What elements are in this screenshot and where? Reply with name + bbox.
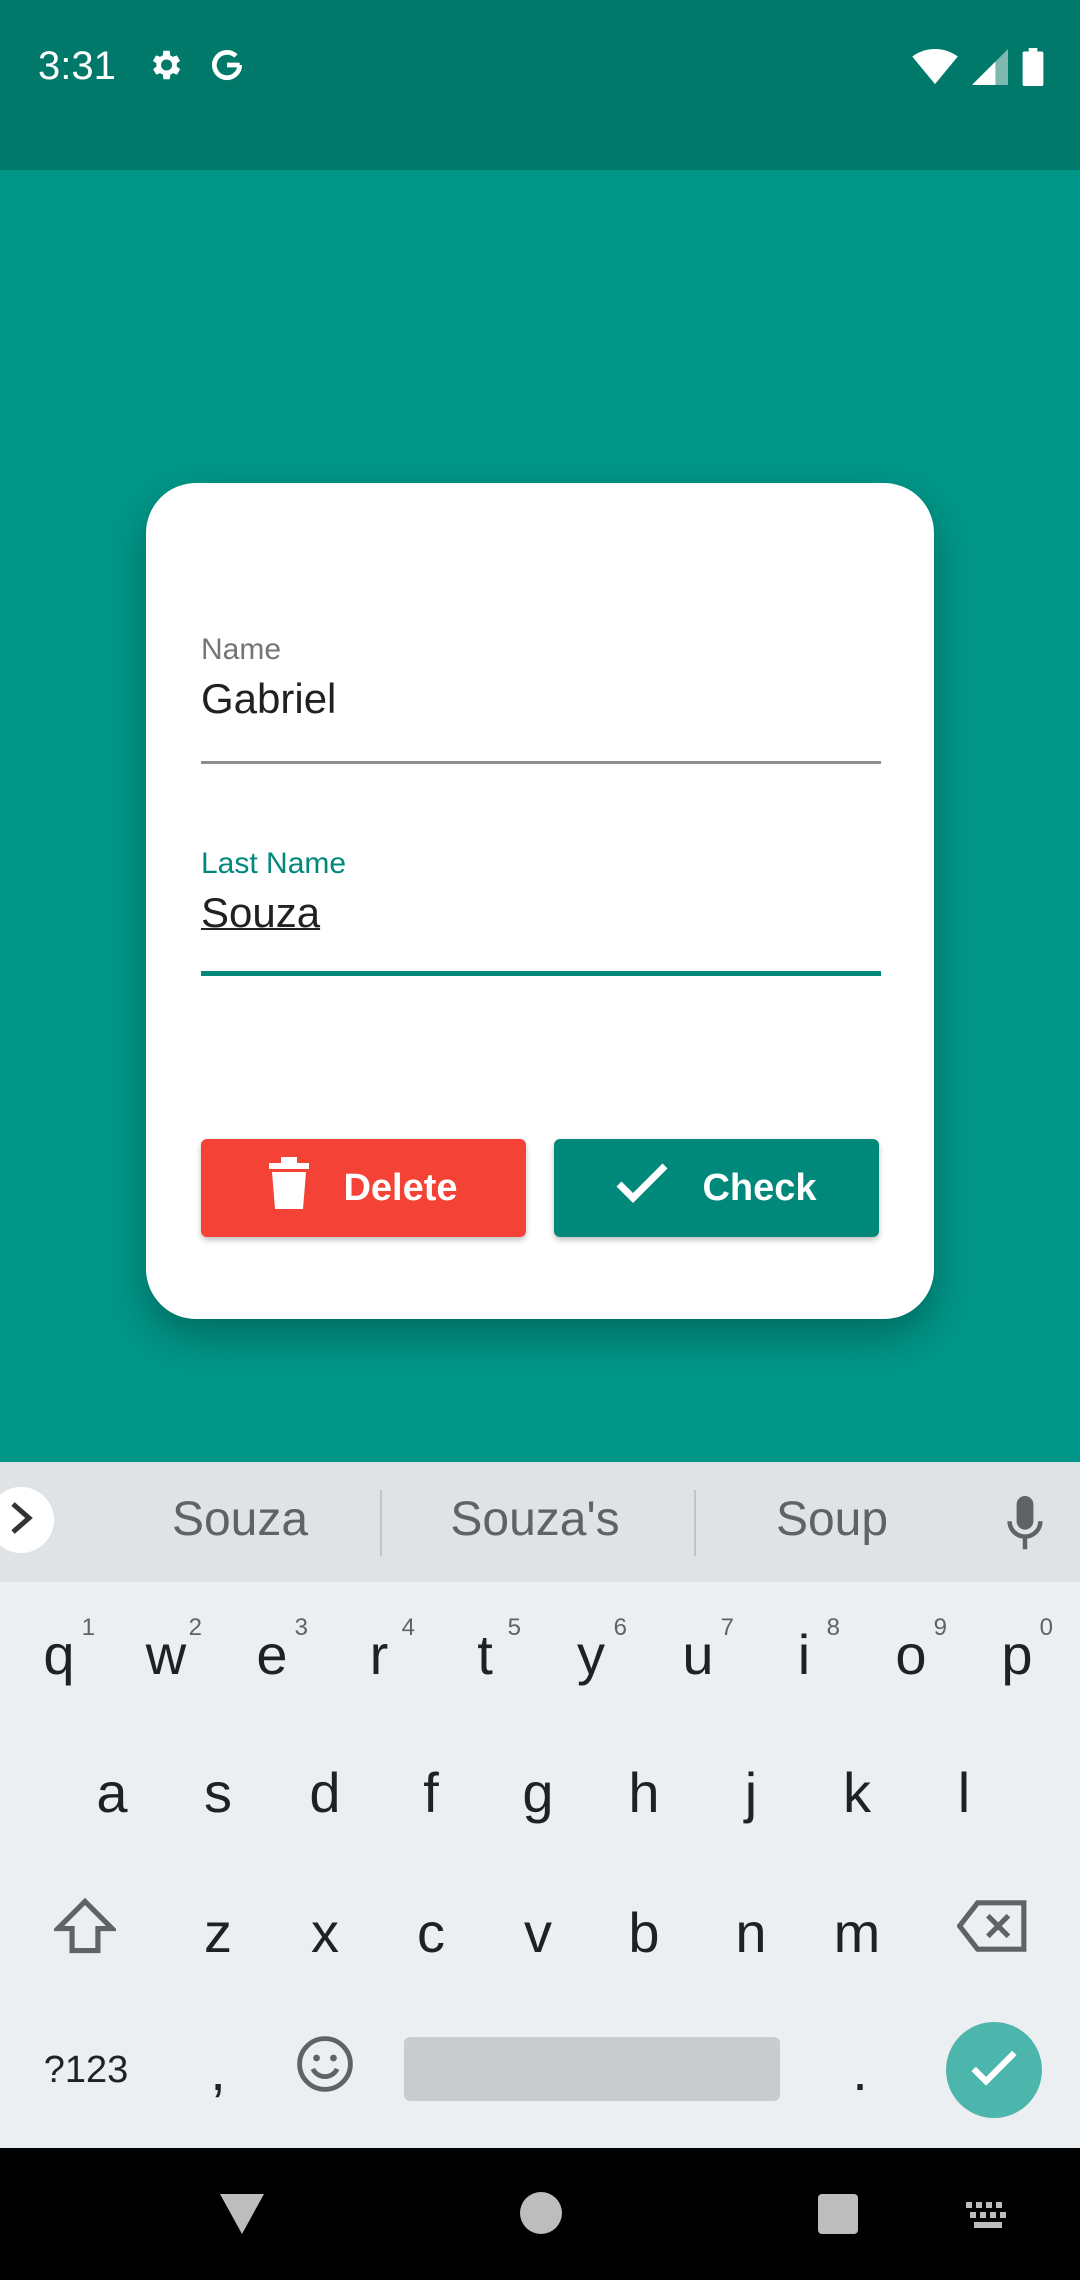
last-name-label: Last Name	[201, 847, 347, 880]
key-m[interactable]: m	[807, 1882, 907, 1982]
battery-icon	[1022, 48, 1044, 91]
key-b[interactable]: b	[594, 1882, 694, 1982]
key-h[interactable]: h	[594, 1742, 694, 1842]
google-icon	[208, 46, 246, 89]
status-bar: 3:31	[0, 0, 1080, 170]
key-a[interactable]: a	[62, 1742, 162, 1842]
delete-label: Delete	[343, 1166, 458, 1209]
key-y[interactable]: y6	[541, 1604, 641, 1704]
key-hint: 0	[1039, 1614, 1053, 1641]
home-icon[interactable]	[520, 2192, 562, 2239]
key-x[interactable]: x	[275, 1882, 375, 1982]
key-i[interactable]: i8	[754, 1604, 854, 1704]
suggestion-expand-button[interactable]	[0, 1487, 54, 1553]
key-u[interactable]: u7	[648, 1604, 748, 1704]
suggestion-2[interactable]: Souza's	[405, 1492, 665, 1547]
key-n[interactable]: n	[701, 1882, 801, 1982]
key-hint: 1	[81, 1614, 95, 1641]
key-j[interactable]: j	[701, 1742, 801, 1842]
key-label: q	[43, 1622, 75, 1686]
key-label: r	[369, 1622, 389, 1686]
backspace-key[interactable]	[943, 1882, 1043, 1982]
symbols-key[interactable]: ?123	[36, 2020, 136, 2120]
wifi-icon	[912, 48, 958, 91]
key-v[interactable]: v	[488, 1882, 588, 1982]
key-d[interactable]: d	[275, 1742, 375, 1842]
key-k[interactable]: k	[807, 1742, 907, 1842]
key-t[interactable]: t5	[435, 1604, 535, 1704]
last-name-field[interactable]: Last Name Souza	[201, 847, 881, 976]
microphone-icon[interactable]	[1004, 1496, 1046, 1557]
last-name-input[interactable]: Souza	[201, 889, 881, 937]
trash-icon	[269, 1157, 310, 1219]
key-o[interactable]: o9	[861, 1604, 961, 1704]
soft-keyboard: Souza Souza's Soup q1 w2 e3 r4 t5 y6 u7 …	[0, 1462, 1080, 2148]
recents-icon[interactable]	[818, 2194, 858, 2239]
key-label: y	[577, 1622, 605, 1686]
navigation-bar	[0, 2148, 1080, 2280]
emoji-icon	[296, 2035, 354, 2106]
key-c[interactable]: c	[381, 1882, 481, 1982]
name-underline	[201, 761, 881, 764]
gear-icon	[146, 46, 184, 89]
keyboard-switch-icon[interactable]	[966, 2202, 1010, 2235]
signal-icon	[972, 48, 1008, 91]
key-hint: 8	[826, 1614, 840, 1641]
app-content: Name Gabriel Last Name Souza Delete Chec…	[0, 170, 1080, 1462]
key-r[interactable]: r4	[329, 1604, 429, 1704]
suggestion-bar: Souza Souza's Soup	[0, 1462, 1080, 1582]
back-icon[interactable]	[218, 2192, 266, 2241]
key-hint: 4	[401, 1614, 415, 1641]
status-time: 3:31	[38, 44, 116, 88]
key-e[interactable]: e3	[222, 1604, 322, 1704]
last-name-underline	[201, 971, 881, 976]
key-l[interactable]: l	[914, 1742, 1014, 1842]
period-key[interactable]: .	[810, 2020, 910, 2120]
key-hint: 7	[720, 1614, 734, 1641]
emoji-key[interactable]	[275, 2020, 375, 2120]
key-g[interactable]: g	[488, 1742, 588, 1842]
key-hint: 2	[188, 1614, 202, 1641]
key-label: i	[797, 1622, 811, 1686]
enter-key[interactable]	[946, 2022, 1042, 2118]
key-label: p	[1001, 1622, 1033, 1686]
comma-key[interactable]: ,	[168, 2020, 268, 2120]
key-label: e	[256, 1622, 288, 1686]
suggestion-3[interactable]: Soup	[702, 1492, 962, 1547]
key-label: t	[477, 1622, 493, 1686]
shift-key[interactable]	[35, 1882, 135, 1982]
backspace-icon	[956, 1899, 1029, 1965]
key-hint: 5	[507, 1614, 521, 1641]
suggestion-1[interactable]: Souza	[110, 1492, 370, 1547]
key-s[interactable]: s	[168, 1742, 268, 1842]
status-right-icons	[912, 48, 1044, 91]
chevron-right-icon	[7, 1501, 35, 1539]
key-hint: 3	[294, 1614, 308, 1641]
spacebar[interactable]	[404, 2037, 780, 2101]
suggestion-divider	[694, 1490, 696, 1556]
key-z[interactable]: z	[168, 1882, 268, 1982]
key-hint: 6	[613, 1614, 627, 1641]
key-label: u	[682, 1622, 714, 1686]
check-button[interactable]: Check	[554, 1139, 879, 1237]
key-hint: 9	[933, 1614, 947, 1641]
key-label: o	[895, 1622, 927, 1686]
checkmark-icon	[971, 2050, 1017, 2091]
key-f[interactable]: f	[381, 1742, 481, 1842]
name-input[interactable]: Gabriel	[201, 675, 881, 723]
key-q[interactable]: q1	[9, 1604, 109, 1704]
form-card: Name Gabriel Last Name Souza Delete Chec…	[146, 483, 934, 1319]
delete-button[interactable]: Delete	[201, 1139, 526, 1237]
check-label: Check	[702, 1166, 817, 1209]
status-left-icons	[146, 46, 246, 89]
key-w[interactable]: w2	[116, 1604, 216, 1704]
key-label: w	[145, 1622, 187, 1686]
name-field[interactable]: Name Gabriel	[201, 633, 881, 764]
suggestion-divider	[380, 1490, 382, 1556]
shift-icon	[51, 1897, 119, 1968]
name-label: Name	[201, 633, 282, 666]
key-p[interactable]: p0	[967, 1604, 1067, 1704]
checkmark-icon	[616, 1163, 668, 1213]
